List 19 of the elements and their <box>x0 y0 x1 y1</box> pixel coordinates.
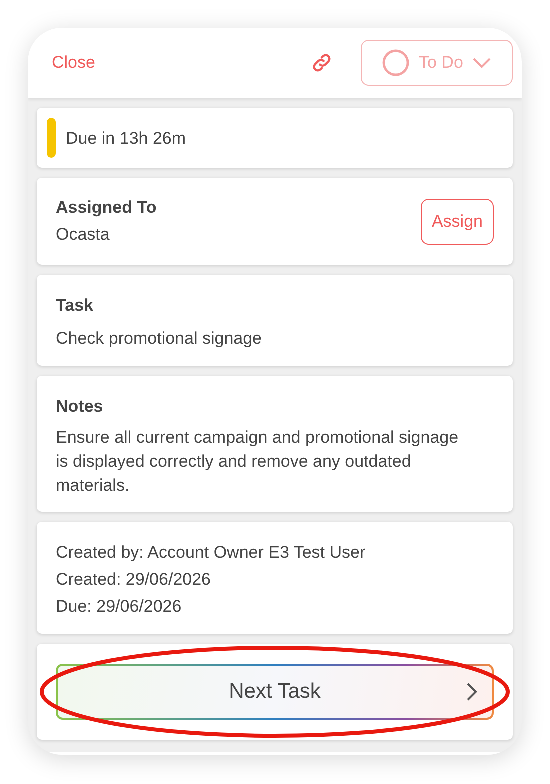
status-label: To Do <box>419 53 464 73</box>
next-task-button[interactable]: Next Task <box>56 664 494 720</box>
chevron-right-icon <box>466 682 478 702</box>
assignee-name: Ocasta <box>56 224 111 246</box>
assign-button[interactable]: Assign <box>420 198 494 244</box>
chevron-down-icon <box>472 57 492 69</box>
due-text: Due in 13h 26m <box>66 128 186 150</box>
detail-line: Due: 29/06/2026 <box>56 596 183 618</box>
status-dropdown[interactable]: To Do <box>361 40 513 86</box>
task-label: Task <box>56 295 94 317</box>
notes-text: Ensure all current campaign and promotional signage is displayed correctly and remove any outdated materials. <box>56 427 460 497</box>
close-button[interactable]: Close <box>52 53 96 73</box>
assigned-label: Assigned To <box>56 197 157 219</box>
link-icon[interactable] <box>311 52 333 74</box>
task-text: Check promotional signage <box>56 328 264 350</box>
circle-icon <box>382 49 410 77</box>
notes-label: Notes <box>56 396 104 418</box>
detail-line: Created: 29/06/2026 <box>56 569 212 591</box>
detail-line: Created by: Account Owner E3 Test User <box>56 542 367 564</box>
